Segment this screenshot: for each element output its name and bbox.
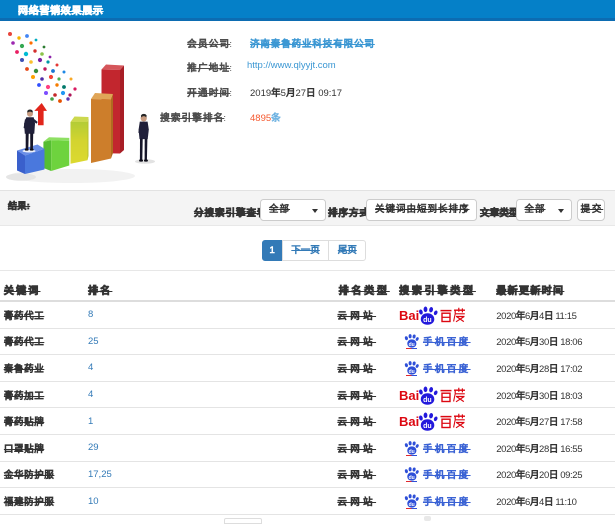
svg-text:du: du [409,342,415,348]
svg-text:du: du [409,449,415,455]
svg-text:Bai: Bai [399,388,419,403]
svg-text:du: du [424,423,433,430]
svg-text:du: du [424,397,433,404]
svg-text:du: du [409,475,415,481]
svg-text:du: du [409,369,415,375]
svg-text:du: du [424,317,433,324]
svg-text:du: du [409,502,415,508]
svg-text:Bai: Bai [399,308,419,323]
svg-text:Bai: Bai [399,414,419,429]
